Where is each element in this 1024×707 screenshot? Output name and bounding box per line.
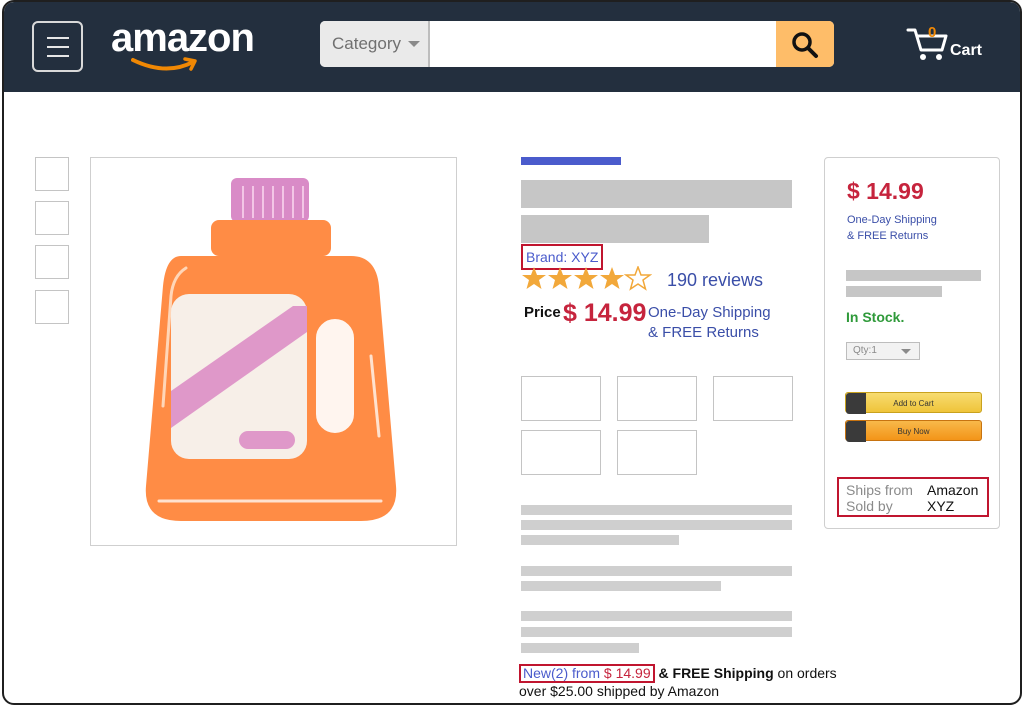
cart-label: Cart (950, 42, 983, 59)
buy-now-button[interactable]: Buy Now (845, 420, 982, 442)
description-line (521, 505, 792, 515)
offers-text: New(2) from $ 14.99 & FREE Shipping on o… (519, 664, 839, 700)
free-label: & FREE (658, 665, 710, 681)
rating-stars[interactable] (522, 266, 652, 292)
search-bar: Category (320, 21, 834, 67)
variant-option[interactable] (617, 430, 697, 475)
menu-icon-line (47, 46, 69, 48)
sold-by-value[interactable]: XYZ (927, 498, 954, 514)
title-placeholder (521, 215, 709, 243)
logo-text: amazon (111, 16, 255, 60)
amazon-logo[interactable]: amazon (111, 16, 261, 76)
description-line (521, 535, 679, 545)
buybox-returns: & FREE Returns (847, 230, 929, 242)
shipping-info: One-Day Shipping (648, 304, 771, 321)
buybox-shipping: One-Day Shipping (847, 214, 937, 226)
chevron-down-icon (408, 41, 420, 47)
product-price: $ 14.99 (563, 299, 647, 327)
star-icon (522, 267, 546, 289)
returns-info: & FREE Returns (648, 324, 759, 341)
category-dropdown[interactable]: Category (320, 21, 430, 67)
new-offers-link[interactable]: New(2) from $ 14.99 (519, 664, 655, 683)
info-placeholder (846, 270, 981, 281)
buybox-price: $ 14.99 (847, 178, 924, 204)
top-header: amazon Category 0 Cart (4, 2, 1020, 92)
thumbnail[interactable] (35, 157, 69, 191)
description-line (521, 581, 721, 591)
cart-button[interactable]: 0 Cart (906, 24, 996, 70)
title-placeholder (521, 180, 792, 208)
menu-button[interactable] (32, 21, 83, 72)
variant-option[interactable] (521, 430, 601, 475)
seller-info: Ships from Amazon Sold by XYZ (837, 477, 989, 517)
main-product-image[interactable] (90, 157, 457, 546)
star-icon (600, 267, 624, 289)
quantity-select[interactable]: Qty:1 (846, 342, 920, 360)
sold-by-label: Sold by (846, 498, 893, 514)
star-icon (548, 267, 572, 289)
thumbnail[interactable] (35, 201, 69, 235)
new-offers-price: $ 14.99 (603, 665, 651, 681)
menu-icon-line (47, 37, 69, 39)
product-page: amazon Category 0 Cart Brand: XYZ 190 re… (2, 0, 1022, 705)
description-line (521, 611, 792, 621)
new-offers-prefix: New(2) from (523, 665, 604, 681)
star-icon (574, 267, 598, 289)
cart-small-icon (846, 393, 866, 414)
description-line (521, 566, 792, 576)
ships-from-label: Ships from (846, 482, 913, 498)
price-label: Price (524, 304, 561, 321)
add-to-cart-label: Add to Cart (893, 399, 934, 408)
variant-option[interactable] (521, 376, 601, 421)
description-line (521, 643, 639, 653)
category-label: Category (332, 34, 401, 53)
buy-now-label: Buy Now (897, 427, 930, 436)
bottle-image (145, 178, 397, 521)
search-button[interactable] (776, 21, 834, 67)
smile-arrow-icon (131, 57, 197, 71)
menu-icon-line (47, 55, 69, 57)
thumbnail[interactable] (35, 245, 69, 279)
accent-bar (521, 157, 621, 165)
chevron-down-icon (901, 349, 911, 354)
ships-from-value: Amazon (927, 482, 979, 498)
quantity-value: Qty:1 (853, 345, 877, 356)
variant-option[interactable] (713, 376, 793, 421)
search-icon (792, 32, 818, 58)
search-input[interactable] (432, 21, 774, 67)
thumbnail[interactable] (35, 290, 69, 324)
stock-status: In Stock. (846, 309, 905, 325)
cart-count: 0 (928, 24, 937, 41)
shipping-label: Shipping (713, 665, 774, 681)
description-line (521, 520, 792, 530)
variant-option[interactable] (617, 376, 697, 421)
reviews-link[interactable]: 190 reviews (667, 270, 763, 291)
star-outline-icon (623, 266, 652, 291)
info-placeholder (846, 286, 942, 297)
description-line (521, 627, 792, 637)
play-icon (846, 421, 866, 442)
buy-box: $ 14.99 One-Day Shipping & FREE Returns … (824, 157, 1000, 529)
add-to-cart-button[interactable]: Add to Cart (845, 392, 982, 414)
